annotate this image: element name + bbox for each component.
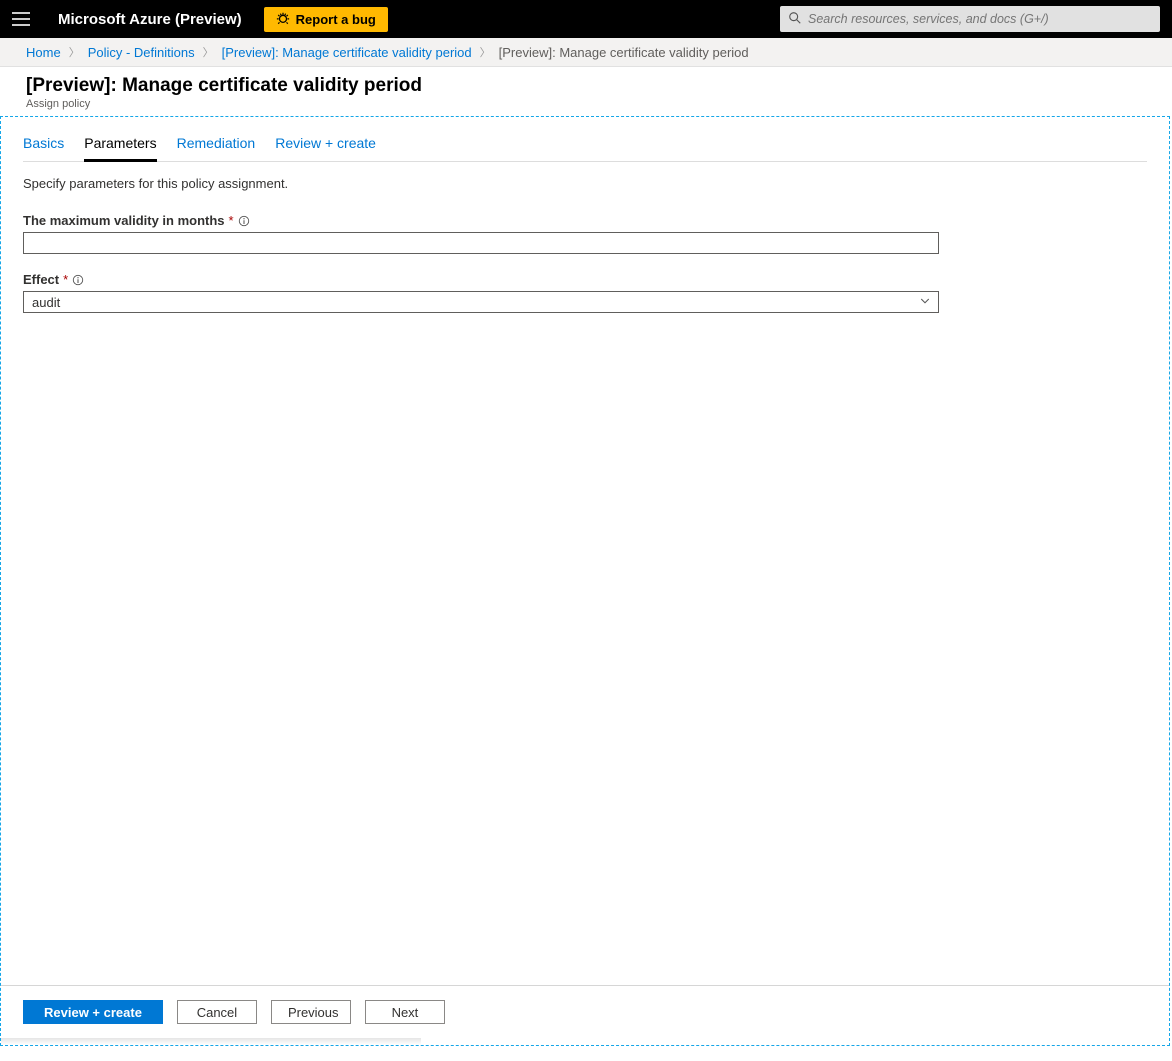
breadcrumb-preview-manage[interactable]: [Preview]: Manage certificate validity p… (222, 45, 472, 60)
breadcrumb: Home 〉 Policy - Definitions 〉 [Preview]:… (0, 38, 1172, 67)
info-icon[interactable] (238, 215, 250, 227)
required-indicator: * (229, 213, 234, 228)
info-icon[interactable] (72, 274, 84, 286)
field-max-validity: The maximum validity in months * (23, 213, 939, 254)
tab-basics[interactable]: Basics (23, 129, 64, 162)
search-input[interactable] (802, 12, 1152, 26)
effect-label: Effect (23, 272, 59, 287)
chevron-right-icon: 〉 (69, 44, 80, 60)
footer-bar: Review + create Cancel Previous Next (1, 985, 1169, 1038)
review-create-button[interactable]: Review + create (23, 1000, 163, 1024)
required-indicator: * (63, 272, 68, 287)
chevron-right-icon: 〉 (203, 44, 214, 60)
tabs: Basics Parameters Remediation Review + c… (23, 129, 1147, 162)
page-title: [Preview]: Manage certificate validity p… (26, 75, 1146, 97)
intro-text: Specify parameters for this policy assig… (23, 176, 1147, 191)
max-validity-input[interactable] (23, 232, 939, 254)
next-button[interactable]: Next (365, 1000, 445, 1024)
tab-remediation[interactable]: Remediation (177, 129, 256, 162)
tab-review-create[interactable]: Review + create (275, 129, 376, 162)
bug-icon (276, 11, 296, 28)
breadcrumb-current: [Preview]: Manage certificate validity p… (499, 45, 749, 60)
search-icon (788, 11, 802, 28)
cancel-button[interactable]: Cancel (177, 1000, 257, 1024)
tab-parameters[interactable]: Parameters (84, 129, 156, 162)
breadcrumb-policy-definitions[interactable]: Policy - Definitions (88, 45, 195, 60)
report-bug-button[interactable]: Report a bug (264, 7, 388, 32)
report-bug-label: Report a bug (296, 12, 376, 27)
content-panel: Basics Parameters Remediation Review + c… (0, 116, 1170, 1046)
effect-value: audit (32, 295, 60, 310)
chevron-right-icon: 〉 (480, 44, 491, 60)
footer-shadow (1, 1038, 421, 1045)
previous-button[interactable]: Previous (271, 1000, 351, 1024)
page-header: [Preview]: Manage certificate validity p… (0, 67, 1172, 116)
page-subtitle: Assign policy (26, 98, 1146, 110)
breadcrumb-home[interactable]: Home (26, 45, 61, 60)
hamburger-icon[interactable] (12, 12, 30, 26)
max-validity-label: The maximum validity in months (23, 213, 225, 228)
field-effect: Effect * audit (23, 272, 939, 313)
brand-title: Microsoft Azure (Preview) (58, 11, 242, 28)
global-search[interactable] (780, 6, 1160, 32)
effect-select[interactable]: audit (23, 291, 939, 313)
top-bar: Microsoft Azure (Preview) Report a bug (0, 0, 1172, 38)
